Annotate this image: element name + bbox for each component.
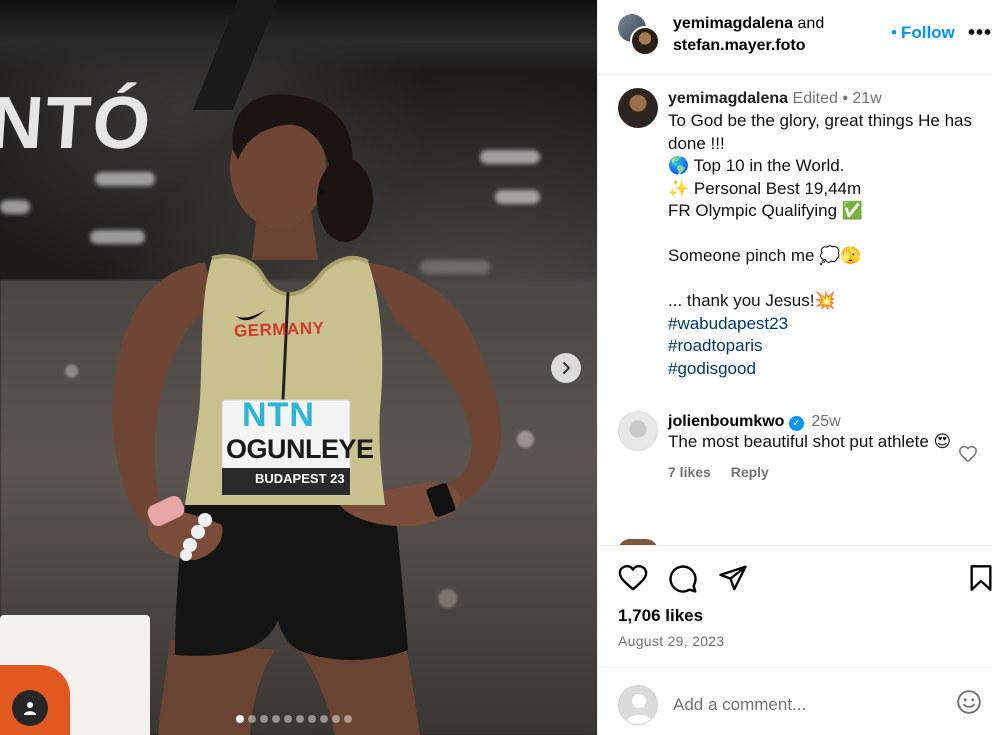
comment-bubble-icon[interactable] [668,564,698,594]
carousel-dot [272,715,280,723]
jersey-text: GERMANY [233,318,325,341]
caption-line [668,268,976,291]
add-comment-bar [598,667,992,735]
separator-dot: • [891,23,897,42]
header-username-1[interactable]: yemimagdalena [673,15,793,32]
athlete-figure [112,94,502,735]
caption-line: FR Olympic Qualifying ✅ [668,201,863,220]
follow-button[interactable]: • Follow [891,23,955,43]
comment-actions: 7 likes Reply [668,464,953,480]
comment-time[interactable]: 25w [811,413,840,430]
caption-time[interactable]: 21w [852,90,881,107]
carousel-dot [236,715,244,723]
comment-heart-icon[interactable] [958,445,978,463]
post-photo[interactable]: NTÓ GERMANY NTN OGUNLEYE BUDAPEST 23 [0,0,597,735]
emoji-picker-icon[interactable] [956,689,982,715]
caption-text: To God be the glory, great things He has… [668,110,976,380]
caption-line: To God be the glory, great things He has… [668,111,972,153]
bib-sponsor: NTN [242,396,315,434]
post-date[interactable]: August 29, 2023 [618,633,724,649]
comment-text: The most beautiful shot put athlete 😍 [668,432,952,451]
caption-line: Someone pinch me 💭🫣 [668,246,862,265]
chevron-right-icon [563,362,570,374]
comment-body: jolienboumkwo ✓ 25w The most beautiful s… [668,413,953,480]
carousel-dot [248,715,256,723]
action-icons [618,564,992,594]
carousel-dot [344,715,352,723]
carousel-dots [236,715,352,723]
edited-label: Edited [792,90,838,107]
caption-line: 🌎 Top 10 in the World. [668,156,845,175]
post-side-panel: yemimagdalena and stefan.mayer.foto • Fol… [597,0,992,735]
add-comment-input[interactable] [673,690,923,720]
bookmark-save-icon[interactable] [968,564,992,592]
avatar[interactable] [618,411,658,451]
avatar[interactable] [630,26,660,56]
post-actions: 1,706 likes August 29, 2023 [598,545,992,665]
bib-name: OGUNLEYE [226,434,374,464]
hashtag-link[interactable]: #godisgood [668,358,976,381]
carousel-dot [296,715,304,723]
post-header: yemimagdalena and stefan.mayer.foto • Fol… [598,0,992,75]
bib-event: BUDAPEST 23 [255,471,345,486]
carousel-next-button[interactable] [551,353,581,383]
comment-likes-count[interactable]: 7 likes [668,464,711,480]
caption-line: ✨ Personal Best 19,44m [668,178,862,198]
likes-count[interactable]: 1,706 likes [618,606,703,626]
follow-label: Follow [900,23,955,42]
post-caption: yemimagdalena Edited • 21w To God be the… [598,76,992,396]
comment-username[interactable]: jolienboumkwo [668,413,784,430]
verified-badge-icon: ✓ [788,416,804,431]
more-options-icon[interactable]: ••• [968,22,992,45]
like-heart-icon[interactable] [618,564,648,592]
hashtag-link[interactable]: #wabudapest23 [668,313,976,336]
reply-button[interactable]: Reply [731,464,769,480]
caption-username[interactable]: yemimagdalena [668,90,788,107]
default-user-icon [625,694,653,724]
caption-line: ... thank you Jesus!💥 [668,291,836,310]
carousel-dot [284,715,292,723]
carousel-dot [320,715,328,723]
tagged-users-button[interactable] [12,690,48,726]
carousel-dot [308,715,316,723]
collab-avatars[interactable] [618,14,662,58]
header-username-2[interactable]: stefan.mayer.foto [673,37,805,54]
share-send-icon[interactable] [718,564,748,592]
avatar [618,685,658,725]
carousel-dot [332,715,340,723]
collab-names: yemimagdalena and stefan.mayer.foto [673,13,824,57]
user-icon [24,702,36,715]
hashtag-link[interactable]: #roadtoparis [668,335,976,358]
carousel-dot [260,715,268,723]
separator-dot: • [842,90,848,107]
header-and: and [797,15,825,32]
caption-meta: yemimagdalena Edited • 21w [668,88,976,110]
comments-section[interactable]: yemimagdalena Edited • 21w To God be the… [598,76,992,545]
caption-line [668,223,976,246]
comment-item: jolienboumkwo ✓ 25w The most beautiful s… [598,411,992,521]
avatar[interactable] [618,88,658,128]
